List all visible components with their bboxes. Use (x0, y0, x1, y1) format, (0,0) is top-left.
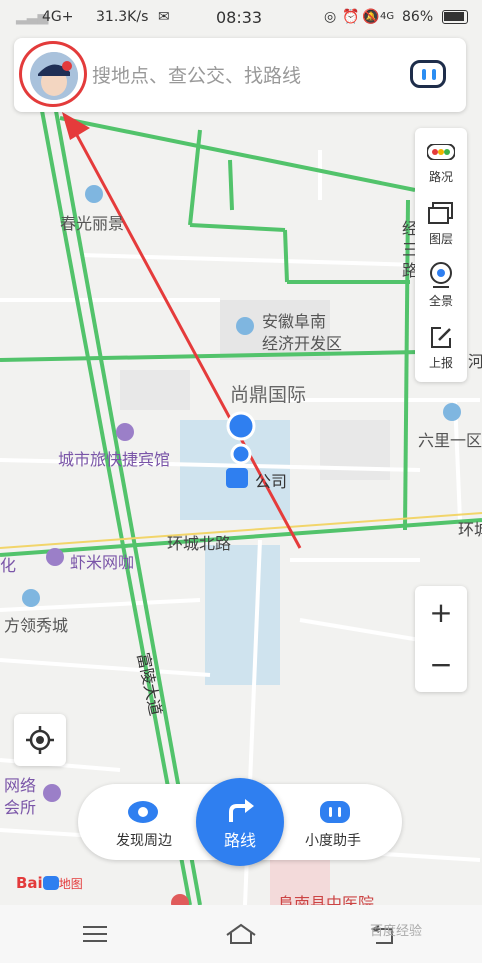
map-label-liuli[interactable]: 六里一区 (418, 427, 482, 451)
battery-icon (442, 10, 468, 24)
map-label-huisuo[interactable]: 会所 (4, 794, 36, 818)
network-speed: 31.3K/s (96, 9, 149, 25)
layers-label: 图层 (428, 232, 453, 246)
traffic-label: 路况 (428, 170, 453, 184)
paw-icon (42, 876, 59, 890)
panorama-button[interactable]: 全景 (415, 258, 467, 318)
map-label-wangluo[interactable]: 网络 (4, 772, 36, 796)
location-icon: ◎ (324, 9, 337, 25)
home-icon[interactable] (225, 923, 257, 945)
locate-button[interactable] (14, 714, 66, 766)
map-label-xiami[interactable]: 虾米网咖 (70, 549, 134, 573)
voice-assistant-icon[interactable] (410, 60, 446, 88)
map-label-chunguang[interactable]: 春光丽景 (60, 210, 124, 234)
baidu-logo: Bai 地图 (16, 874, 83, 892)
route-button[interactable]: 路线 (196, 778, 284, 866)
layers-icon (428, 202, 453, 224)
battery-level: 86% (402, 9, 434, 25)
assistant-button[interactable]: 小度助手 (300, 790, 370, 850)
map-label-shangding[interactable]: 尚鼎国际 (230, 380, 306, 407)
traffic-button[interactable]: 路况 (415, 134, 467, 194)
highlight-circle (19, 41, 87, 107)
route-label: 路线 (223, 831, 256, 850)
road-label-he: 河 (468, 352, 482, 371)
network-type-2: 4G (380, 11, 395, 22)
network-type: 4G+ (42, 9, 74, 25)
map-label-anhui[interactable]: 安徽阜南 (262, 308, 326, 332)
map-label-hua[interactable]: 化 (0, 552, 16, 576)
discover-label: 发现周边 (116, 833, 172, 849)
map-label-hotel[interactable]: 城市旅快捷宾馆 (58, 446, 170, 470)
turn-arrow-icon (229, 799, 254, 822)
map-label-kaifaqu[interactable]: 经济开发区 (262, 330, 342, 354)
traffic-icon (427, 144, 455, 160)
status-bar: ▂▃▅ 4G+ 31.3K/s ✉ 08:33 ◎ ⏰ 🔕 4G 86% (0, 0, 482, 36)
road-label-huancheng-right: 环城 (458, 520, 482, 539)
crosshair-icon (26, 726, 54, 754)
report-label: 上报 (428, 356, 453, 370)
wechat-icon: ✉ (158, 9, 170, 25)
search-bar[interactable]: 搜地点、查公交、找路线 (14, 38, 466, 112)
assistant-label: 小度助手 (305, 833, 361, 849)
discover-button[interactable]: 发现周边 (112, 790, 174, 850)
panorama-label: 全景 (428, 294, 453, 308)
road-label-huancheng: 环城北路 (167, 534, 232, 553)
map-label-company[interactable]: 公司 (255, 468, 287, 492)
search-input[interactable]: 搜地点、查公交、找路线 (92, 61, 301, 88)
report-icon (431, 327, 451, 348)
alarm-icon: ⏰ (342, 9, 360, 25)
mute-icon: 🔕 (362, 9, 380, 25)
assistant-icon (320, 801, 350, 823)
map-tools-panel: 路况 图层 全景 上报 (415, 128, 467, 382)
clock: 08:33 (216, 8, 263, 27)
layers-button[interactable]: 图层 (415, 196, 467, 256)
zoom-control: + − (415, 586, 467, 692)
menu-icon[interactable] (83, 925, 107, 943)
map-label-fangling[interactable]: 方领秀城 (4, 612, 68, 636)
zoom-out-button[interactable]: − (415, 648, 467, 681)
report-button[interactable]: 上报 (415, 320, 467, 380)
eye-icon (128, 801, 158, 823)
zoom-in-button[interactable]: + (415, 596, 467, 629)
panorama-icon (430, 262, 452, 288)
watermark: 百度经验 (370, 924, 423, 939)
